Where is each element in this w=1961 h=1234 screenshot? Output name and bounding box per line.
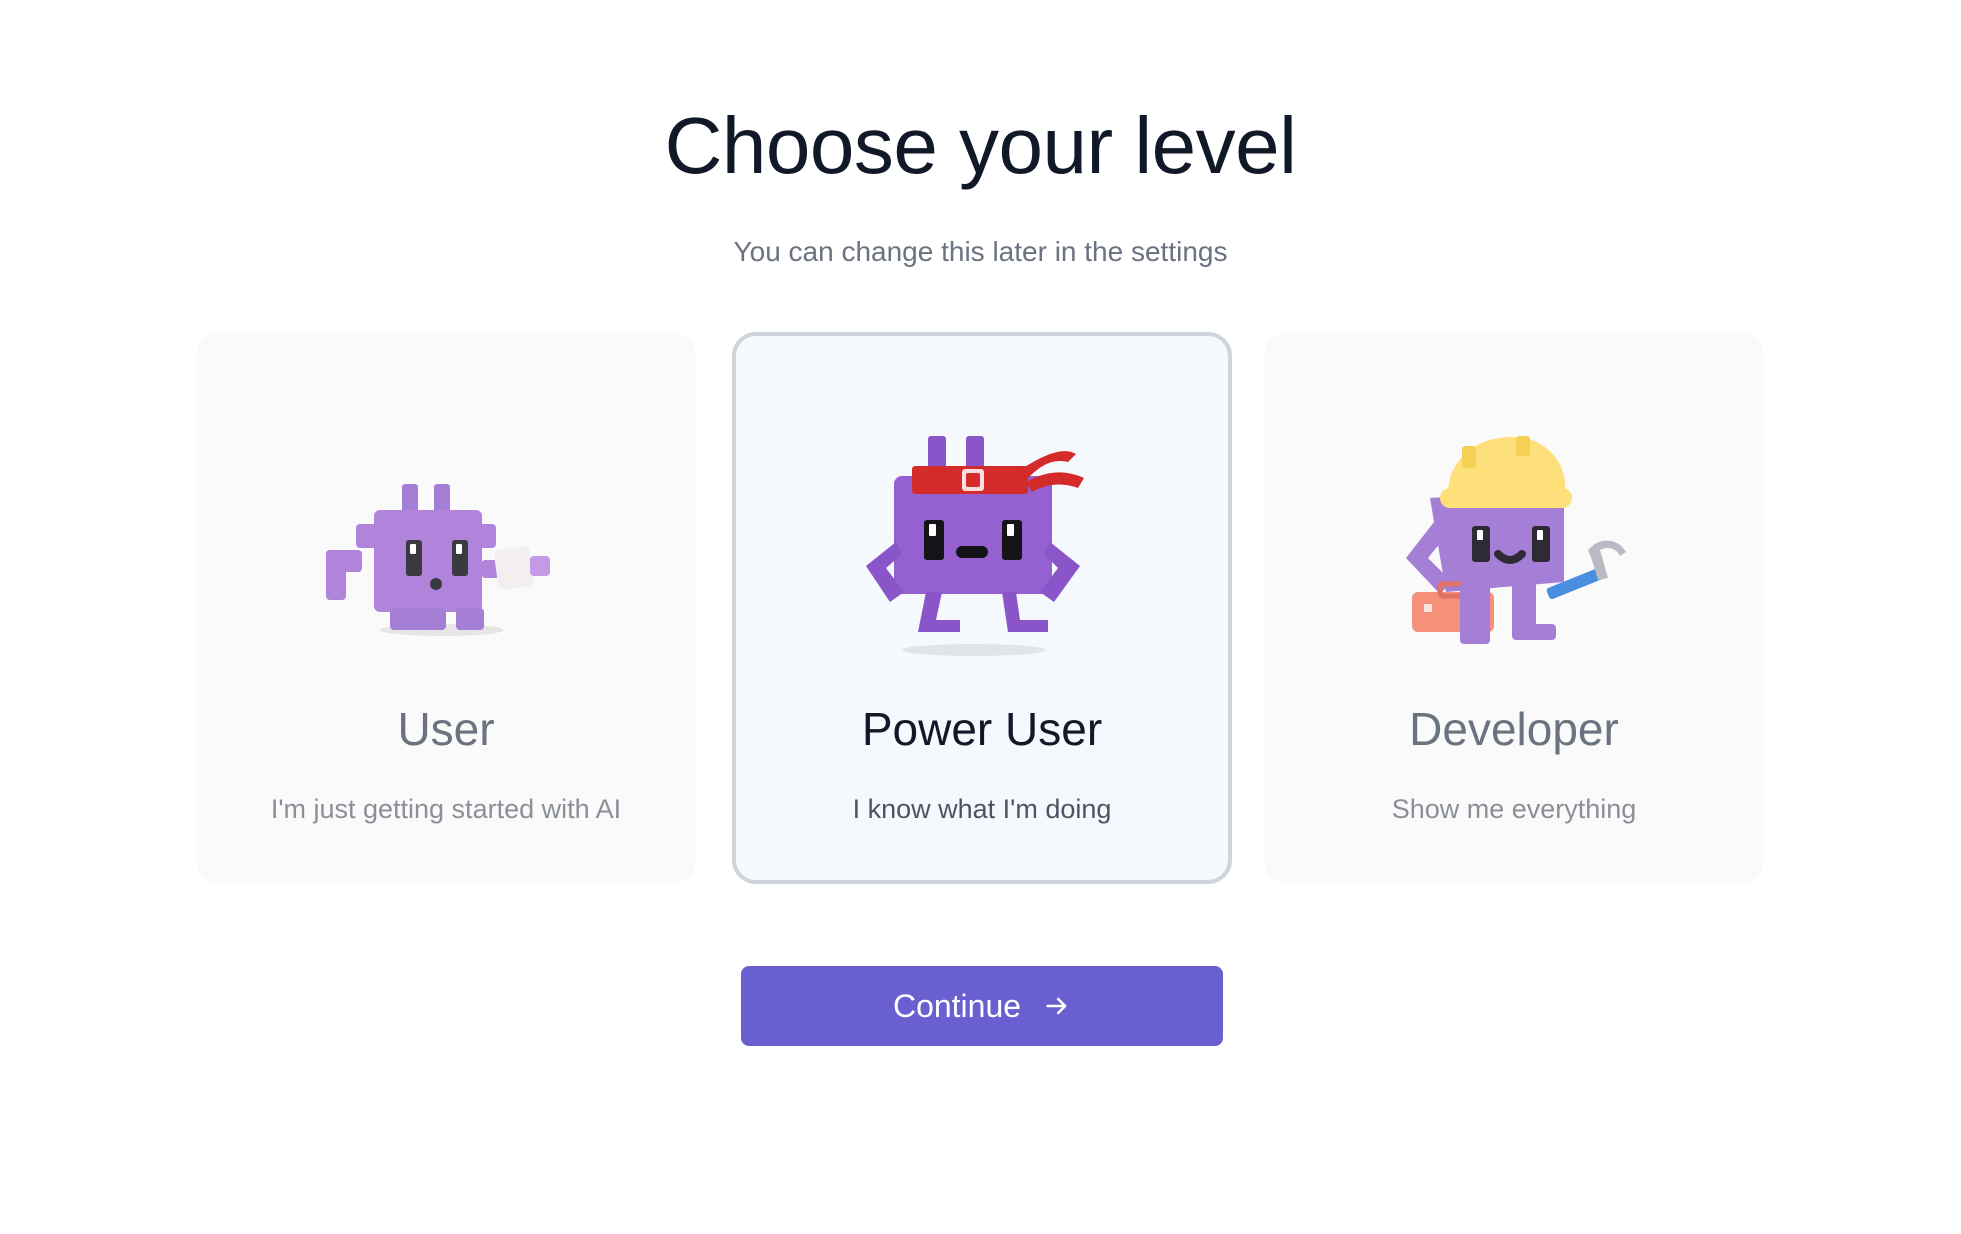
continue-label: Continue bbox=[892, 987, 1022, 1024]
hardhat-critter-icon bbox=[1406, 436, 1626, 644]
level-description-user: I'm just getting started with AI bbox=[270, 794, 622, 824]
user-illustration bbox=[196, 432, 696, 652]
level-description-power-user: I know what I'm doing bbox=[852, 794, 1112, 824]
level-name-power-user: Power User bbox=[861, 703, 1103, 755]
page-title: Choose your level bbox=[664, 101, 1297, 190]
purple-critter-icon bbox=[326, 484, 550, 636]
level-name-developer: Developer bbox=[1409, 703, 1619, 755]
page-subtitle: You can change this later in the setting… bbox=[733, 236, 1228, 267]
arrow-right-icon bbox=[1046, 997, 1067, 1015]
level-name-user: User bbox=[397, 703, 495, 755]
level-card-developer[interactable]: Developer Show me everything bbox=[1264, 332, 1764, 884]
level-selection-page: Choose your level You can change this la… bbox=[0, 0, 1961, 1234]
power-user-illustration bbox=[736, 436, 1228, 656]
level-card-power-user[interactable]: Power User I know what I'm doing bbox=[732, 332, 1232, 884]
level-options: User I'm just getting started with AI Po… bbox=[196, 332, 1769, 884]
developer-illustration bbox=[1264, 432, 1764, 652]
headband-critter-icon bbox=[866, 436, 1084, 656]
level-description-developer: Show me everything bbox=[1391, 794, 1637, 824]
level-card-user[interactable]: User I'm just getting started with AI bbox=[196, 332, 696, 884]
continue-button[interactable]: Continue bbox=[741, 966, 1223, 1046]
